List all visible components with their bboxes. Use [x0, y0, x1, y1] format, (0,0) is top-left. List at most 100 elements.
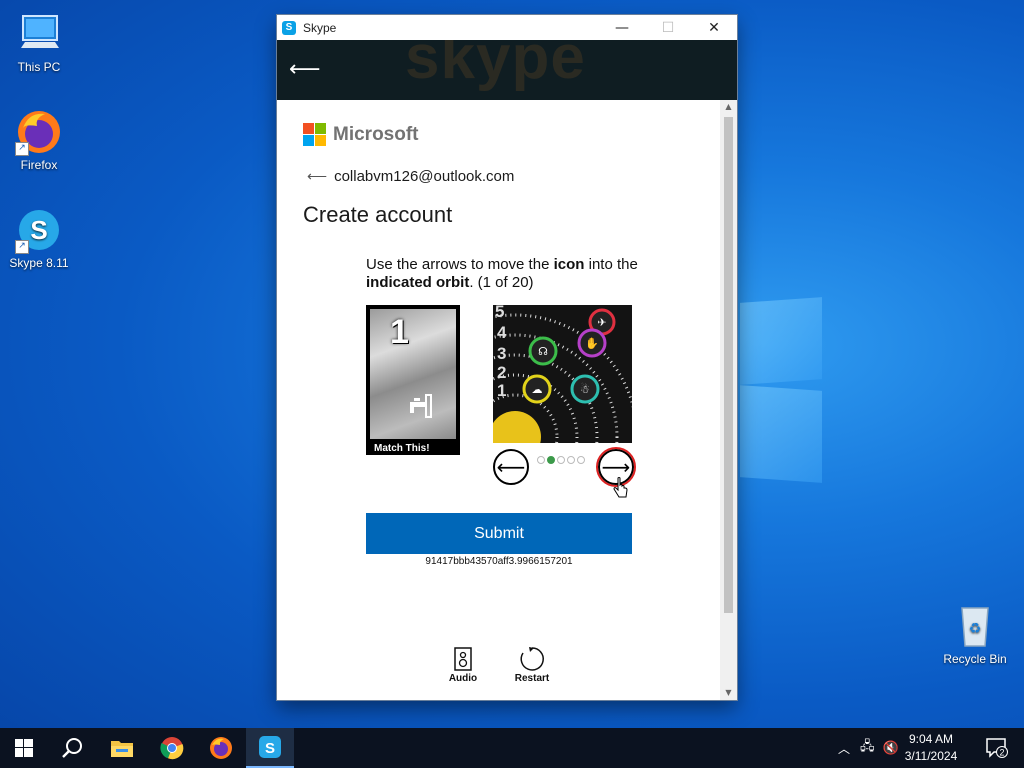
- instruction-emphasis: indicated orbit: [366, 274, 470, 291]
- desktop-icon-recycle-bin[interactable]: ♻ Recycle Bin: [939, 602, 1011, 666]
- arrow-left-icon: ⟵: [496, 455, 526, 479]
- account-email: collabvm126@outlook.com: [334, 168, 515, 185]
- back-arrow-icon[interactable]: ⟵: [289, 57, 321, 82]
- position-dot: [577, 456, 585, 464]
- desktop-icon-label: Recycle Bin: [943, 652, 1007, 666]
- start-button[interactable]: [0, 728, 48, 768]
- computer-icon: [15, 10, 63, 58]
- microsoft-grid-icon: [303, 123, 326, 146]
- header-bar: skype ⟵: [277, 40, 737, 100]
- captcha-orbit-image: 5 4 3 2 1 ✈ ✋ ☊ ☁ ☃: [493, 305, 632, 443]
- arrow-right-icon: ⟶: [601, 455, 631, 479]
- scroll-down-arrow-icon[interactable]: ▼: [720, 686, 737, 700]
- svg-text:S: S: [30, 215, 47, 245]
- show-hidden-icons-chevron-icon[interactable]: ︿: [838, 740, 850, 757]
- svg-text:☃: ☃: [580, 383, 590, 396]
- firefox-icon: [210, 737, 232, 759]
- orbit-token-green: ☊: [528, 336, 558, 366]
- taskbar-clock[interactable]: 9:04 AM 3/11/2024: [896, 731, 966, 765]
- session-id-text: 91417bbb43570aff3.9966157201: [425, 556, 573, 567]
- submit-button[interactable]: Submit: [366, 513, 632, 554]
- audio-label: Audio: [448, 673, 478, 684]
- page-title: Create account: [303, 202, 453, 227]
- svg-text:S: S: [265, 740, 275, 757]
- orbit-token-purple: ✋: [577, 328, 607, 358]
- identity-back-link[interactable]: ⟵ collabvm126@outlook.com: [307, 168, 514, 185]
- captcha-instructions: Use the arrows to move the icon into the…: [366, 256, 646, 292]
- skype-app-icon: S: [282, 20, 296, 35]
- desktop-icon-firefox[interactable]: ↗ Firefox: [3, 108, 75, 172]
- windows-icon: [15, 739, 33, 757]
- desktop-icon-label: Firefox: [20, 158, 58, 172]
- action-center-button[interactable]: 2: [982, 728, 1012, 768]
- recycle-bin-icon: ♻: [951, 602, 999, 650]
- logo-square-blue: [303, 135, 314, 146]
- window-title: Skype: [303, 20, 337, 35]
- logo-square-green: [315, 123, 326, 134]
- captcha-target-card: 1 Match This!: [366, 305, 460, 455]
- desktop-icon-skype[interactable]: S ↗ Skype 8.11: [3, 206, 75, 270]
- skype-window: S Skype — ☐ ✕ skype ⟵ Microsoft ⟵ collabv…: [277, 15, 737, 700]
- instruction-text: into the: [584, 256, 638, 273]
- close-button[interactable]: ✕: [691, 15, 737, 40]
- instruction-text: . (1 of 20): [469, 274, 534, 291]
- restart-icon: [507, 645, 557, 673]
- orbit-token-teal: ☃: [570, 374, 600, 404]
- orbit-number: 1: [497, 381, 506, 400]
- orbit-number: 3: [497, 344, 506, 363]
- previous-arrow-button[interactable]: ⟵: [493, 449, 529, 485]
- svg-text:♻: ♻: [969, 621, 982, 637]
- position-dot-active: [547, 456, 555, 464]
- orbit-number: 2: [497, 363, 506, 382]
- search-button[interactable]: [48, 728, 96, 768]
- scrollbar-thumb[interactable]: [724, 117, 733, 613]
- target-orbit-number: 1: [390, 313, 409, 351]
- shortcut-arrow-icon: ↗: [15, 142, 29, 156]
- signup-content: Microsoft ⟵ collabvm126@outlook.com Creat…: [277, 100, 720, 700]
- restart-label: Restart: [514, 673, 550, 684]
- clock-time: 9:04 AM: [908, 732, 954, 746]
- position-indicator: [537, 456, 585, 464]
- window-titlebar[interactable]: S Skype — ☐ ✕: [277, 15, 737, 40]
- instruction-emphasis: icon: [553, 256, 585, 273]
- scroll-up-arrow-icon[interactable]: ▲: [720, 100, 737, 114]
- notification-icon: 2: [986, 738, 1008, 758]
- taskbar-skype[interactable]: S: [246, 728, 294, 768]
- restart-button[interactable]: Restart: [507, 645, 557, 684]
- minimize-button[interactable]: —: [599, 15, 645, 40]
- orbit-number: 4: [497, 323, 507, 342]
- folder-icon: [111, 741, 133, 757]
- position-dot: [537, 456, 545, 464]
- position-dot: [567, 456, 575, 464]
- orbit-token-yellow: ☁: [522, 374, 552, 404]
- firefox-icon: ↗: [15, 108, 63, 156]
- skype-icon: S ↗: [15, 206, 63, 254]
- back-arrow-icon: ⟵: [307, 168, 328, 184]
- search-icon: [62, 738, 82, 758]
- svg-text:☁: ☁: [532, 383, 543, 396]
- taskbar-chrome[interactable]: [148, 728, 196, 768]
- maximize-button: ☐: [661, 19, 675, 36]
- audio-button[interactable]: Audio: [438, 645, 488, 684]
- speaker-icon: [438, 645, 488, 673]
- faucet-icon: [404, 393, 434, 424]
- orbit-number: 5: [495, 305, 504, 321]
- vertical-scrollbar[interactable]: ▲ ▼: [720, 100, 737, 700]
- taskbar: S ︿ 🖧 🔇 9:04 AM 3/11/2024 2: [0, 728, 1024, 768]
- microsoft-logo: Microsoft: [303, 123, 419, 146]
- microsoft-wordmark: Microsoft: [333, 123, 419, 145]
- skype-watermark: skype: [405, 40, 586, 92]
- desktop-icon-label: This PC: [17, 60, 61, 74]
- desktop-icon-label: Skype 8.11: [9, 256, 69, 270]
- network-icon[interactable]: 🖧: [860, 737, 875, 759]
- chrome-icon: [160, 737, 184, 760]
- clock-date: 3/11/2024: [904, 749, 958, 763]
- taskbar-file-explorer[interactable]: [98, 728, 146, 768]
- svg-text:✈: ✈: [597, 316, 606, 329]
- instruction-text: Use the arrows to move the: [366, 256, 554, 273]
- desktop-icon-this-pc[interactable]: This PC: [3, 10, 75, 74]
- svg-text:✋: ✋: [585, 337, 599, 350]
- taskbar-firefox[interactable]: [197, 728, 245, 768]
- logo-square-yellow: [315, 135, 326, 146]
- target-caption: Match This!: [374, 443, 430, 454]
